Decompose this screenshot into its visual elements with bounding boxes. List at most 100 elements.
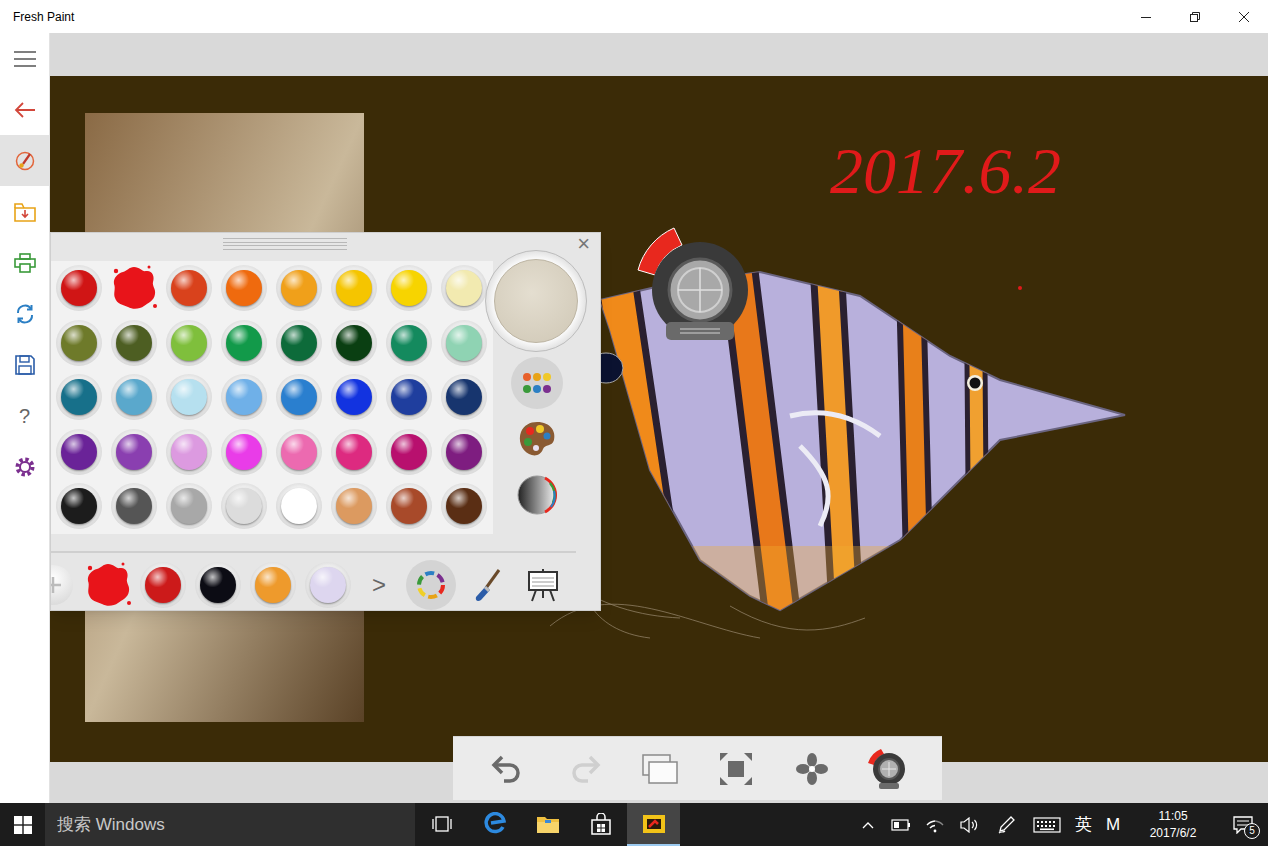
- battery-button[interactable]: [884, 803, 918, 846]
- color-swatch[interactable]: [271, 479, 326, 534]
- color-swatch[interactable]: [51, 261, 106, 316]
- color-swatch[interactable]: [381, 479, 436, 534]
- color-swatch[interactable]: [326, 261, 381, 316]
- palette-tool-button[interactable]: [511, 413, 563, 465]
- color-swatch[interactable]: [51, 316, 106, 371]
- minimize-icon: [1140, 11, 1152, 23]
- window-control-button[interactable]: [1170, 0, 1219, 33]
- color-swatch[interactable]: [436, 479, 491, 534]
- color-swatch[interactable]: [161, 425, 216, 480]
- palette-mode-button[interactable]: [515, 560, 571, 610]
- input-mode-button[interactable]: M: [1098, 803, 1128, 846]
- sidebar-item[interactable]: [0, 84, 49, 135]
- taskbar-app-button[interactable]: [468, 803, 521, 846]
- add-color-button[interactable]: [50, 565, 73, 605]
- color-swatch[interactable]: [106, 479, 161, 534]
- recent-color[interactable]: [135, 560, 190, 610]
- sidebar-item[interactable]: [0, 135, 49, 186]
- sidebar-item[interactable]: [0, 339, 49, 390]
- more-colors-button[interactable]: >: [355, 560, 403, 610]
- search-input[interactable]: [45, 803, 415, 846]
- window-control-button[interactable]: [1121, 0, 1170, 33]
- swatch-ball: [171, 434, 207, 470]
- window-control-button[interactable]: [1219, 0, 1268, 33]
- toolbar-undo-button[interactable]: [470, 741, 546, 797]
- sidebar-item[interactable]: [0, 441, 49, 492]
- toolbar-fit-button[interactable]: [698, 741, 774, 797]
- color-swatch[interactable]: [51, 479, 106, 534]
- palette-tool-button[interactable]: [511, 469, 563, 521]
- color-swatch[interactable]: [161, 261, 216, 316]
- color-swatch[interactable]: [271, 316, 326, 371]
- color-swatch[interactable]: [436, 261, 491, 316]
- save-icon: [15, 355, 35, 375]
- toolbar-layers-button[interactable]: [622, 741, 698, 797]
- action-center-button[interactable]: 5: [1218, 803, 1268, 846]
- sidebar-item[interactable]: [0, 186, 49, 237]
- touch-keyboard-button[interactable]: [1026, 803, 1068, 846]
- color-swatch[interactable]: [216, 316, 271, 371]
- color-swatch[interactable]: [106, 261, 161, 316]
- color-swatch[interactable]: [161, 479, 216, 534]
- color-swatch[interactable]: [381, 370, 436, 425]
- drag-handle[interactable]: [223, 238, 347, 250]
- color-swatch[interactable]: [326, 316, 381, 371]
- search-box[interactable]: [45, 803, 415, 846]
- palette-mode-button[interactable]: [459, 560, 515, 610]
- color-swatch[interactable]: [216, 370, 271, 425]
- brush-cursor[interactable]: [630, 220, 770, 360]
- taskbar-app-button[interactable]: [627, 803, 680, 846]
- start-button[interactable]: [0, 803, 45, 846]
- color-swatch[interactable]: [51, 370, 106, 425]
- sidebar-item[interactable]: [0, 33, 49, 84]
- swatch-well: [386, 374, 432, 420]
- swatch-ball: [61, 434, 97, 470]
- toolbar-tool-button[interactable]: [850, 741, 926, 797]
- recent-color[interactable]: [50, 560, 80, 610]
- color-swatch[interactable]: [271, 370, 326, 425]
- taskbar-app-button[interactable]: [521, 803, 574, 846]
- input-language-button[interactable]: 英: [1068, 803, 1098, 846]
- clock[interactable]: 11:052017/6/2: [1128, 803, 1218, 846]
- taskbar-app-button[interactable]: [574, 803, 627, 846]
- recent-color[interactable]: [190, 560, 245, 610]
- palette-tool-button[interactable]: [511, 357, 563, 409]
- show-hidden-icons-button[interactable]: [852, 803, 884, 846]
- color-swatch[interactable]: [381, 261, 436, 316]
- palette-mode-button[interactable]: [403, 560, 459, 610]
- color-swatch[interactable]: [161, 370, 216, 425]
- sidebar-item[interactable]: ?: [0, 390, 49, 441]
- color-swatch[interactable]: [381, 425, 436, 480]
- color-swatch[interactable]: [326, 370, 381, 425]
- color-swatch[interactable]: [216, 261, 271, 316]
- network-button[interactable]: [918, 803, 952, 846]
- color-swatch[interactable]: [271, 261, 326, 316]
- close-button[interactable]: ×: [573, 233, 594, 255]
- color-swatch[interactable]: [106, 370, 161, 425]
- recent-color[interactable]: [300, 560, 355, 610]
- color-swatch[interactable]: [106, 425, 161, 480]
- color-swatch[interactable]: [51, 425, 106, 480]
- mixing-well[interactable]: [485, 250, 587, 352]
- color-swatch[interactable]: [271, 425, 326, 480]
- toolbar-dry-button[interactable]: [774, 741, 850, 797]
- volume-button[interactable]: [952, 803, 986, 846]
- recent-color[interactable]: [245, 560, 300, 610]
- sidebar-item[interactable]: [0, 288, 49, 339]
- color-swatch[interactable]: [436, 425, 491, 480]
- sidebar-item[interactable]: [0, 237, 49, 288]
- color-swatch[interactable]: [216, 425, 271, 480]
- recent-color[interactable]: [80, 560, 135, 610]
- color-swatch[interactable]: [436, 316, 491, 371]
- gradient-icon: [515, 473, 559, 517]
- color-swatch[interactable]: [216, 479, 271, 534]
- taskbar-app-button[interactable]: [415, 803, 468, 846]
- color-swatch[interactable]: [106, 316, 161, 371]
- color-swatch[interactable]: [436, 370, 491, 425]
- pen-workspace-button[interactable]: [986, 803, 1026, 846]
- color-swatch[interactable]: [381, 316, 436, 371]
- color-swatch[interactable]: [326, 425, 381, 480]
- color-swatch[interactable]: [326, 479, 381, 534]
- swatch-well: [195, 562, 241, 608]
- color-swatch[interactable]: [161, 316, 216, 371]
